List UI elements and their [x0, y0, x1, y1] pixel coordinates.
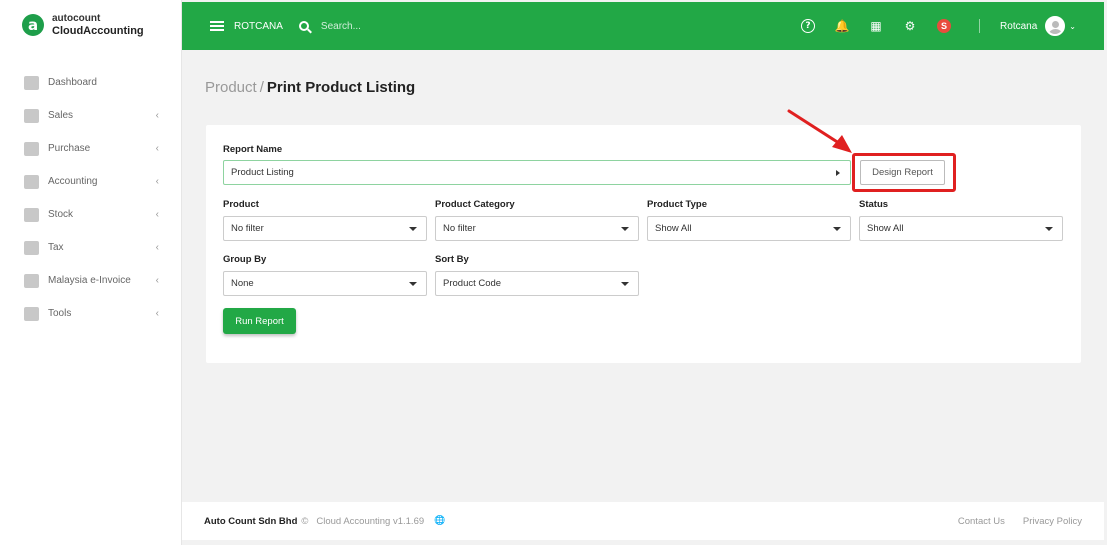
- caret-down-icon: [409, 227, 417, 231]
- sidebar-item-tax[interactable]: Tax ‹: [0, 231, 181, 264]
- logo-bottom-text: CloudAccounting: [52, 25, 144, 37]
- chevron-left-icon: ‹: [155, 275, 159, 286]
- product-category-value: No filter: [443, 223, 476, 234]
- report-name-label: Report Name: [223, 144, 283, 155]
- sort-by-value: Product Code: [443, 278, 502, 289]
- report-name-value: Product Listing: [231, 167, 294, 178]
- sidebar-item-sales[interactable]: Sales ‹: [0, 99, 181, 132]
- group-by-value: None: [231, 278, 254, 289]
- app-logo[interactable]: a autocount CloudAccounting: [0, 0, 181, 50]
- design-report-button[interactable]: Design Report: [860, 160, 945, 185]
- sort-by-label: Sort By: [435, 254, 469, 265]
- copyright-icon: ©: [301, 515, 309, 527]
- breadcrumb-separator: /: [259, 79, 264, 96]
- caret-down-icon: [1045, 227, 1053, 231]
- status-select-value: Show All: [867, 223, 904, 234]
- einvoice-icon: [24, 273, 39, 288]
- sidebar-nav: Dashboard Sales ‹ Purchase ‹ Accounting …: [0, 66, 181, 330]
- sidebar-item-label: Tools: [48, 308, 72, 319]
- sidebar-item-accounting[interactable]: Accounting ‹: [0, 165, 181, 198]
- chevron-left-icon: ‹: [155, 308, 159, 319]
- product-select-value: No filter: [231, 223, 264, 234]
- status-label: Status: [859, 199, 889, 210]
- sidebar-item-label: Malaysia e-Invoice: [48, 275, 131, 286]
- sidebar-item-einvoice[interactable]: Malaysia e-Invoice ‹: [0, 264, 181, 297]
- chevron-left-icon: ‹: [155, 176, 159, 187]
- contact-us-link[interactable]: Contact Us: [958, 516, 1005, 527]
- chevron-left-icon: ‹: [155, 110, 159, 121]
- search-input[interactable]: [320, 20, 521, 32]
- sidebar-item-dashboard[interactable]: Dashboard: [0, 66, 181, 99]
- topbar-divider: [979, 19, 981, 33]
- stock-icon: [24, 207, 39, 222]
- caret-right-icon: [836, 170, 840, 176]
- sort-by-select[interactable]: Product Code: [435, 271, 639, 296]
- sidebar-item-label: Tax: [48, 242, 64, 253]
- chevron-left-icon: ‹: [155, 143, 159, 154]
- sidebar-item-label: Stock: [48, 209, 74, 220]
- globe-icon[interactable]: 🌐: [434, 516, 445, 526]
- menu-icon[interactable]: [210, 21, 224, 31]
- purchase-icon: [24, 141, 39, 156]
- breadcrumb-parent[interactable]: Product: [205, 79, 257, 96]
- gear-icon[interactable]: ⚙: [903, 19, 917, 33]
- chevron-down-icon[interactable]: ⌄: [1069, 22, 1076, 31]
- footer-version: Cloud Accounting v1.1.69: [316, 515, 425, 527]
- run-report-button[interactable]: Run Report: [223, 308, 296, 334]
- product-label: Product: [223, 199, 259, 210]
- sidebar-item-tools[interactable]: Tools ‹: [0, 297, 181, 330]
- sidebar-item-stock[interactable]: Stock ‹: [0, 198, 181, 231]
- page-title: Print Product Listing: [266, 79, 416, 96]
- product-type-value: Show All: [655, 223, 692, 234]
- logo-icon: a: [22, 14, 44, 36]
- group-by-label: Group By: [223, 254, 267, 265]
- sidebar-item-label: Accounting: [48, 176, 98, 187]
- apps-grid-icon[interactable]: ▦: [869, 19, 883, 33]
- sales-icon: [24, 108, 39, 123]
- caret-down-icon: [621, 227, 629, 231]
- tools-icon: [24, 306, 39, 321]
- sidebar: a autocount CloudAccounting Dashboard Sa…: [0, 0, 182, 545]
- sidebar-item-label: Dashboard: [48, 77, 97, 88]
- product-category-select[interactable]: No filter: [435, 216, 639, 241]
- sidebar-item-label: Sales: [48, 110, 74, 121]
- design-report-highlight: Design Report: [852, 153, 956, 192]
- caret-down-icon: [621, 282, 629, 286]
- chevron-left-icon: ‹: [155, 209, 159, 220]
- footer: Auto Count Sdn Bhd © Cloud Accounting v1…: [182, 502, 1104, 540]
- sidebar-item-label: Purchase: [48, 143, 91, 154]
- bell-icon[interactable]: 🔔: [835, 19, 850, 33]
- topbar: ROTCANA ? 🔔 ▦ ⚙ S Rotcana ⌄: [182, 2, 1104, 50]
- dashboard-icon: [24, 75, 39, 90]
- privacy-policy-link[interactable]: Privacy Policy: [1023, 516, 1082, 527]
- caret-down-icon: [833, 227, 841, 231]
- red-arrow-annotation: [787, 109, 852, 153]
- product-select[interactable]: No filter: [223, 216, 427, 241]
- breadcrumb: Product / Print Product Listing: [205, 79, 415, 96]
- help-icon[interactable]: ?: [801, 19, 816, 33]
- product-category-label: Product Category: [435, 199, 515, 210]
- search-icon[interactable]: [298, 21, 309, 31]
- footer-company: Auto Count Sdn Bhd: [204, 515, 298, 527]
- user-name[interactable]: Rotcana: [1000, 21, 1037, 32]
- caret-down-icon: [409, 282, 417, 286]
- group-by-select[interactable]: None: [223, 271, 427, 296]
- report-form-card: Report Name Product Listing Design Repor…: [206, 125, 1081, 363]
- s-badge-icon[interactable]: S: [937, 19, 952, 33]
- report-name-field[interactable]: Product Listing: [223, 160, 851, 185]
- tax-icon: [24, 240, 39, 255]
- product-type-select[interactable]: Show All: [647, 216, 851, 241]
- chevron-left-icon: ‹: [155, 242, 159, 253]
- company-name[interactable]: ROTCANA: [234, 21, 283, 32]
- logo-top-text: autocount: [52, 13, 101, 24]
- status-select[interactable]: Show All: [859, 216, 1063, 241]
- product-type-label: Product Type: [647, 199, 707, 210]
- sidebar-item-purchase[interactable]: Purchase ‹: [0, 132, 181, 165]
- avatar[interactable]: [1045, 16, 1066, 36]
- accounting-icon: [24, 174, 39, 189]
